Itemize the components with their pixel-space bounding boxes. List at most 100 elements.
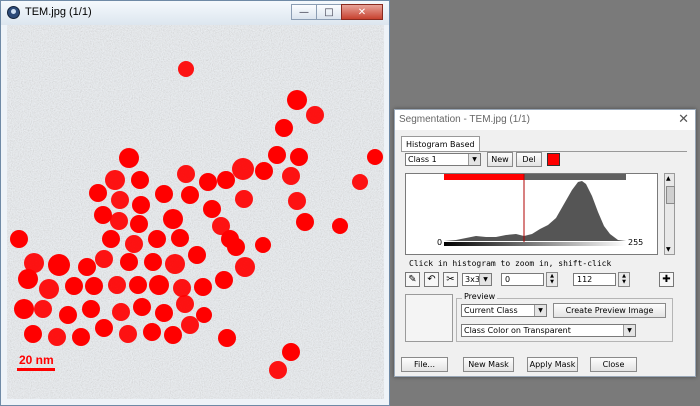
nanoparticle <box>269 361 287 379</box>
range-bar-selected <box>444 174 524 180</box>
nanoparticle <box>119 148 139 168</box>
preview-thumbnail <box>405 294 453 342</box>
scissors-icon: ✂ <box>446 274 455 285</box>
nanoparticle <box>105 170 125 190</box>
histogram-curve <box>444 181 626 241</box>
class-select[interactable]: Class 1 ▼ <box>405 153 481 166</box>
image-canvas[interactable]: 20 nm <box>7 25 384 399</box>
preview-mode-select[interactable]: Current Class ▼ <box>461 304 547 317</box>
file-button[interactable]: File... <box>401 357 448 372</box>
range-max-field[interactable]: 112 <box>573 273 616 286</box>
image-window-titlebar[interactable]: TEM.jpg (1/1) — □ ✕ <box>1 1 389 25</box>
class-color-swatch[interactable] <box>547 153 560 166</box>
histogram-panel[interactable]: 0 255 <box>405 173 658 255</box>
nanoparticle <box>143 323 161 341</box>
nanoparticle <box>178 61 194 77</box>
segmentation-window: Segmentation - TEM.jpg (1/1) ✕ Histogram… <box>394 109 696 377</box>
scroll-down-icon[interactable]: ▼ <box>666 246 671 253</box>
histogram-plus-icon: ✚ <box>662 274 671 285</box>
new-mask-button[interactable]: New Mask <box>463 357 514 372</box>
nanoparticle <box>173 279 191 297</box>
nanoparticle <box>268 146 286 164</box>
nanoparticle <box>164 326 182 344</box>
histogram-scrollbar[interactable]: ▲ ▼ <box>664 173 675 255</box>
range-min-field[interactable]: 0 <box>501 273 544 286</box>
nanoparticle <box>72 328 90 346</box>
nanoparticle <box>24 325 42 343</box>
minimize-button[interactable]: — <box>291 4 317 20</box>
auto-threshold-tool[interactable]: ✚ <box>659 272 674 287</box>
nanoparticle <box>59 306 77 324</box>
close-icon[interactable]: ✕ <box>678 112 689 127</box>
nanoparticle <box>199 173 217 191</box>
scroll-up-icon[interactable]: ▲ <box>666 175 671 182</box>
window-controls: — □ ✕ <box>291 4 383 21</box>
nanoparticle <box>95 250 113 268</box>
nanoparticle <box>120 253 138 271</box>
nanoparticle <box>287 90 307 110</box>
nanoparticle <box>367 149 383 165</box>
new-class-button[interactable]: New <box>487 152 513 167</box>
nanoparticle <box>235 257 255 277</box>
nanoparticle <box>65 277 83 295</box>
nanoparticle <box>255 237 271 253</box>
histogram-min-label: 0 <box>437 238 442 247</box>
nanoparticle <box>275 119 293 137</box>
nanoparticle <box>203 200 221 218</box>
preview-style-value: Class Color on Transparent <box>464 326 571 335</box>
kernel-select[interactable]: 3x3 ▼ <box>462 273 492 286</box>
close-button[interactable]: Close <box>590 357 637 372</box>
nanoparticle <box>149 275 169 295</box>
nanoparticle <box>255 162 273 180</box>
histogram-hint: Click in histogram to zoom in, shift-cli… <box>409 259 612 268</box>
nanoparticle <box>155 304 173 322</box>
scroll-thumb[interactable] <box>666 186 675 204</box>
undo-icon: ↶ <box>427 274 436 285</box>
tab-histogram-based[interactable]: Histogram Based <box>401 136 480 152</box>
nanoparticle <box>282 343 300 361</box>
nanoparticle <box>102 230 120 248</box>
preview-mode-value: Current Class <box>464 306 518 315</box>
nanoparticle <box>111 191 129 209</box>
nanoparticle <box>232 158 254 180</box>
apply-mask-button[interactable]: Apply Mask <box>527 357 578 372</box>
nanoparticle <box>78 258 96 276</box>
nanoparticle <box>306 106 324 124</box>
chevron-down-icon: ▼ <box>468 154 480 165</box>
nanoparticle <box>352 174 368 190</box>
create-preview-button[interactable]: Create Preview Image <box>553 303 666 318</box>
scissors-tool[interactable]: ✂ <box>443 272 458 287</box>
kernel-select-value: 3x3 <box>465 275 480 284</box>
nanoparticle <box>112 303 130 321</box>
nanoparticle <box>110 212 128 230</box>
nanoparticle <box>94 206 112 224</box>
nanoparticle <box>18 269 38 289</box>
nanoparticle <box>132 196 150 214</box>
chevron-down-icon: ▼ <box>623 325 635 336</box>
class-select-value: Class 1 <box>408 155 437 164</box>
nanoparticle <box>129 276 147 294</box>
range-max-spinner[interactable]: ▲ ▼ <box>618 272 630 287</box>
segmentation-titlebar[interactable]: Segmentation - TEM.jpg (1/1) ✕ <box>395 110 695 130</box>
preview-style-select[interactable]: Class Color on Transparent ▼ <box>461 324 636 337</box>
nanoparticle <box>296 213 314 231</box>
tab-panel-border <box>401 151 687 152</box>
close-button[interactable]: ✕ <box>341 4 383 20</box>
nanoparticle <box>82 300 100 318</box>
nanoparticle <box>48 254 70 276</box>
maximize-button[interactable]: □ <box>316 4 342 20</box>
nanoparticle <box>148 230 166 248</box>
delete-class-button[interactable]: Del <box>516 152 542 167</box>
nanoparticle <box>235 190 253 208</box>
nanoparticle <box>89 184 107 202</box>
nanoparticle <box>10 230 28 248</box>
nanoparticle <box>181 316 199 334</box>
nanoparticle <box>125 235 143 253</box>
undo-tool[interactable]: ↶ <box>424 272 439 287</box>
grayscale-ramp <box>444 242 626 246</box>
nanoparticle <box>177 165 195 183</box>
nanoparticle <box>217 171 235 189</box>
range-min-spinner[interactable]: ▲ ▼ <box>546 272 558 287</box>
eyedropper-tool[interactable]: ✎ <box>405 272 420 287</box>
scale-bar-label: 20 nm <box>19 353 54 367</box>
